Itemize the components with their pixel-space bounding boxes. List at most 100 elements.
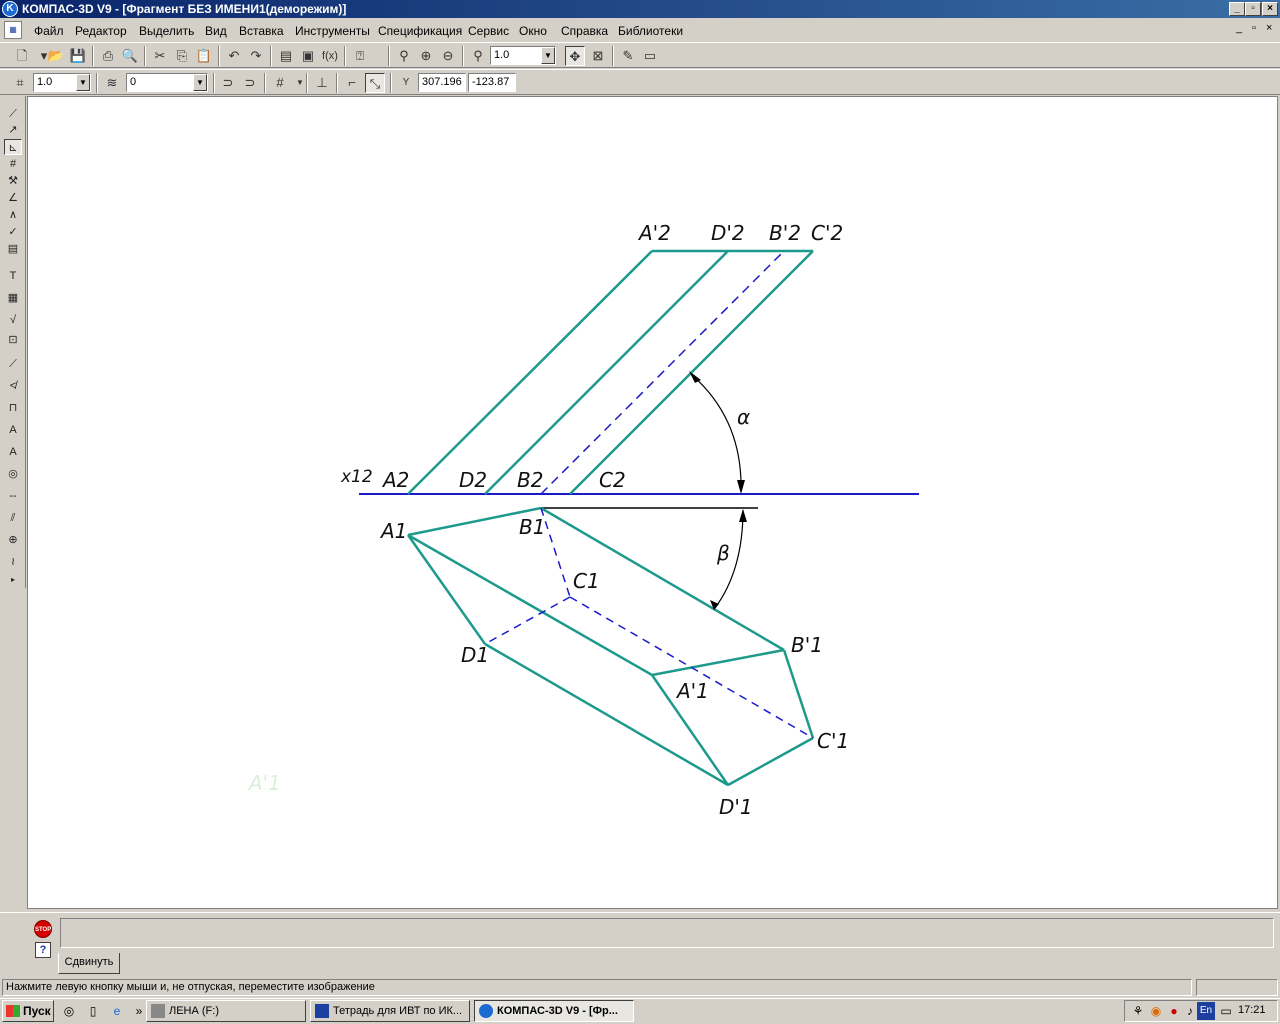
menu-help[interactable]: Справка (561, 24, 608, 38)
hammer-icon[interactable]: ⚒ (4, 173, 22, 189)
snap-local-icon[interactable]: ⊃ (240, 73, 260, 93)
cursor-step-icon[interactable]: ⌗ (10, 73, 30, 93)
doc-minimize-icon[interactable]: _ (1236, 22, 1242, 34)
layers-icon[interactable]: ≋ (102, 73, 122, 93)
chevron-down-icon[interactable]: ▼ (541, 47, 555, 64)
quicklaunch-ie-icon[interactable]: ◎ (60, 1002, 78, 1020)
arrow-view-icon[interactable]: A (4, 422, 22, 438)
redo-icon[interactable]: ↷ (246, 46, 266, 66)
center-mark-icon[interactable]: ⊕ (4, 532, 22, 548)
menu-window[interactable]: Окно (519, 24, 547, 38)
tab-move[interactable]: Сдвинуть (58, 953, 120, 974)
coord-x-field[interactable]: 307.196 (418, 73, 466, 92)
open-folder-icon[interactable]: 📂 (46, 46, 66, 66)
display-icon[interactable]: ▭ (640, 46, 660, 66)
pan-move-icon[interactable]: ✥ (565, 46, 585, 66)
kompas-icon (479, 1004, 493, 1018)
section-icon[interactable]: A (4, 444, 22, 460)
minimize-button[interactable]: _ (1229, 2, 1245, 16)
document-icon[interactable]: ▦ (4, 21, 22, 39)
round-coords-icon[interactable]: ⤡ (365, 73, 385, 93)
menu-view[interactable]: Вид (205, 24, 227, 38)
edge-a2-a2p (407, 250, 653, 495)
zoom-combo[interactable]: 1.0 ▼ (490, 46, 556, 65)
print-preview-icon[interactable]: 🔍 (120, 46, 140, 66)
zoom-scale-icon[interactable]: ⚲ (468, 46, 488, 66)
context-help-icon[interactable]: ⍰ (350, 46, 370, 66)
ortho-icon[interactable]: ⌐ (342, 73, 362, 93)
menu-tools[interactable]: Инструменты (295, 24, 370, 38)
parametrization-icon[interactable]: ⊾ (4, 139, 22, 155)
maximize-button[interactable]: ▫ (1245, 2, 1261, 16)
marking-icon[interactable]: ◎ (4, 466, 22, 482)
leader-icon[interactable]: ⟋ (4, 356, 22, 372)
tray-lang-icon[interactable]: En (1197, 1002, 1215, 1020)
zoom-window-icon[interactable]: ⚲ (394, 46, 414, 66)
measure-icon[interactable]: ∠ (4, 190, 22, 206)
grid-tool-icon[interactable]: # (4, 156, 22, 172)
quicklaunch-browser-icon[interactable]: e (108, 1002, 126, 1020)
geometry-icon[interactable]: ⟋ (4, 106, 22, 122)
label-x12: x12 (340, 467, 373, 487)
start-button[interactable]: Пуск (2, 1000, 54, 1022)
layer-combo[interactable]: 0 ▼ (126, 73, 208, 92)
save-icon[interactable]: 💾 (68, 46, 88, 66)
edit-icon[interactable]: ↗ (4, 122, 22, 138)
chevron-down-icon[interactable]: ▼ (76, 74, 90, 91)
roughness-icon[interactable]: √ (4, 312, 22, 328)
label-c2-prime: C'2 (811, 221, 843, 245)
base-icon[interactable]: ⊡ (4, 332, 22, 348)
copy-icon[interactable]: ⎘ (172, 46, 192, 66)
task-kompas[interactable]: КОМПАС-3D V9 - [Фр... (474, 1000, 634, 1022)
menu-libraries[interactable]: Библиотеки (618, 24, 683, 38)
manager-icon[interactable]: ▤ (276, 46, 296, 66)
refresh-icon[interactable]: ✎ (618, 46, 638, 66)
step-combo[interactable]: 1.0 ▼ (33, 73, 91, 92)
show-all-icon[interactable]: ⊠ (588, 46, 608, 66)
zoom-in-icon[interactable]: ⊕ (416, 46, 436, 66)
table-icon[interactable]: ▦ (4, 290, 22, 306)
cut-icon[interactable]: ✂ (150, 46, 170, 66)
menu-file[interactable]: Файл (34, 24, 64, 38)
stop-button[interactable]: STOP (34, 920, 52, 938)
undo-icon[interactable]: ↶ (224, 46, 244, 66)
menu-editor[interactable]: Редактор (75, 24, 127, 38)
paste-icon[interactable]: 📋 (194, 46, 214, 66)
tolerance-icon[interactable]: ⊓ (4, 400, 22, 416)
menu-select[interactable]: Выделить (139, 24, 194, 38)
zoom-out-icon[interactable]: ⊖ (438, 46, 458, 66)
position-icon[interactable]: ≮ (4, 378, 22, 394)
variables-icon[interactable]: ▣ (298, 46, 318, 66)
panel-expand-icon[interactable]: ▸ (4, 572, 22, 588)
formula-icon[interactable]: f(x) (320, 46, 340, 66)
snap-magnet-icon[interactable]: ⊃ (218, 73, 238, 93)
help-button[interactable]: ? (35, 942, 51, 958)
hatch-icon[interactable]: ⫽ (4, 510, 22, 526)
menu-service[interactable]: Сервис (468, 24, 509, 38)
drawing-canvas[interactable]: A'2 D'2 B'2 C'2 x12 A2 D2 B2 C2 A1 B1 C1 D1 B'1 A'1 C'1… (27, 96, 1278, 909)
grid-icon[interactable]: # (270, 73, 290, 93)
task-lena-drive[interactable]: ЛЕНА (F:) (146, 1000, 306, 1022)
coord-y-field[interactable]: -123.87 (468, 73, 516, 92)
print-icon[interactable]: ⎙ (98, 46, 118, 66)
drawing-svg[interactable]: A'2 D'2 B'2 C'2 x12 A2 D2 B2 C2 A1 B1 C1 D1 B'1 A'1 C'1… (28, 97, 1277, 908)
menu-insert[interactable]: Вставка (239, 24, 284, 38)
wave-line-icon[interactable]: ≀ (4, 554, 22, 570)
new-document-icon[interactable]: 🗋 (12, 46, 32, 66)
angle-icon[interactable]: ∧ (4, 207, 22, 223)
tray-update-icon[interactable]: ◉ (1147, 1002, 1165, 1020)
tray-display-icon[interactable]: ▭ (1217, 1002, 1235, 1020)
doc-restore-icon[interactable]: ▫ (1252, 22, 1256, 34)
select-icon[interactable]: ✓ (4, 224, 22, 240)
quicklaunch-doc-icon[interactable]: ▯ (84, 1002, 102, 1020)
axis-line-icon[interactable]: -- (4, 488, 22, 504)
chevron-down-icon[interactable]: ▼ (193, 74, 207, 91)
document-tool-icon[interactable]: ▤ (4, 241, 22, 257)
text-icon[interactable]: T (4, 268, 22, 284)
task-word-document[interactable]: Тетрадь для ИВТ по ИК... (310, 1000, 470, 1022)
local-cs-icon[interactable]: ⊥ (312, 73, 332, 93)
close-button[interactable]: × (1262, 2, 1278, 16)
tray-network-icon[interactable]: ⚘ (1129, 1002, 1147, 1020)
doc-close-icon[interactable]: × (1266, 22, 1272, 34)
menu-specification[interactable]: Спецификация (378, 24, 462, 38)
